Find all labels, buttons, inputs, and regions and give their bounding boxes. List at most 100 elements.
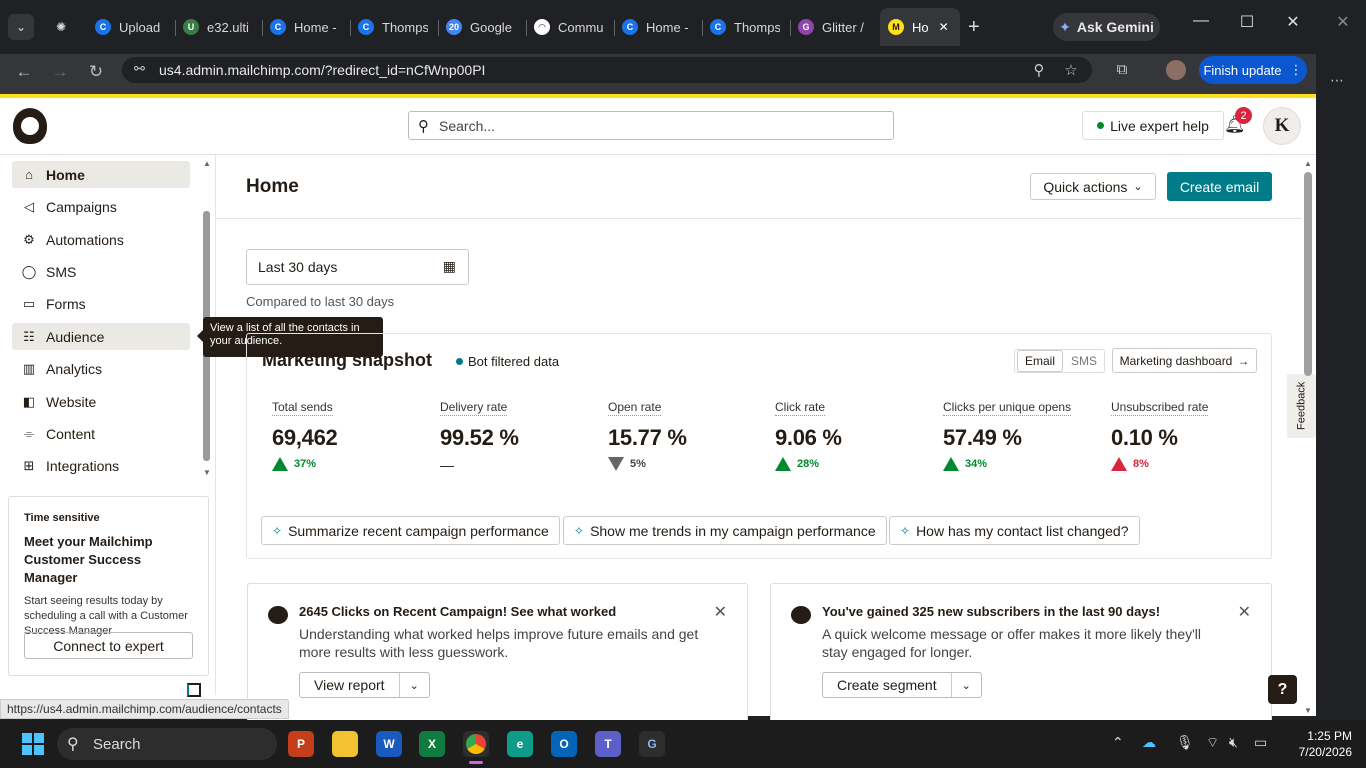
browser-tab[interactable]: G Glitter /: [798, 8, 868, 46]
sidebar-item-home[interactable]: ⌂ Home: [12, 161, 190, 188]
windows-start-icon[interactable]: [22, 733, 44, 755]
battery-icon[interactable]: ▭: [1254, 734, 1267, 751]
side-menu-icon[interactable]: ⋯: [1330, 72, 1344, 89]
browser-tab[interactable]: M Ho ✕: [880, 8, 960, 46]
sms-toggle-button[interactable]: SMS: [1063, 351, 1105, 371]
feedback-tab[interactable]: Feedback: [1287, 374, 1316, 438]
file-explorer-icon[interactable]: [332, 731, 358, 757]
metric-label[interactable]: Total sends: [272, 400, 333, 416]
dismiss-close-icon[interactable]: ✕: [1238, 602, 1251, 622]
browser-tab[interactable]: C Home -: [270, 8, 340, 46]
metric-label[interactable]: Click rate: [775, 400, 826, 416]
tab-favicon-icon: G: [798, 19, 814, 35]
chevron-down-icon[interactable]: ⌄: [400, 679, 429, 692]
mailchimp-logo-icon[interactable]: [13, 108, 47, 144]
sidebar-item-website[interactable]: ◧ Website: [12, 388, 190, 415]
browser-tab[interactable]: C Home -: [622, 8, 692, 46]
date-range-select[interactable]: Last 30 days ▦: [246, 249, 469, 285]
user-avatar[interactable]: K: [1263, 107, 1301, 145]
powerpoint-icon[interactable]: P: [288, 731, 314, 757]
dismiss-close-icon[interactable]: ✕: [714, 602, 727, 622]
insight-action-label[interactable]: View report: [300, 673, 400, 697]
outlook-icon[interactable]: O: [551, 731, 577, 757]
ai-suggestion-chip[interactable]: ✧ Show me trends in my campaign performan…: [563, 516, 887, 545]
forward-button[interactable]: →: [48, 62, 72, 82]
new-tab-button[interactable]: +: [968, 16, 980, 39]
metric-label[interactable]: Open rate: [608, 400, 662, 416]
finish-update-button[interactable]: Finish update ⋮: [1199, 56, 1307, 84]
sidebar-item-sms[interactable]: ◯ SMS: [12, 258, 190, 285]
scroll-up-arrow-icon[interactable]: ▲: [203, 159, 211, 168]
chatgpt-tab-icon[interactable]: ✺: [48, 14, 74, 40]
tab-search-button[interactable]: ⌄: [8, 14, 34, 40]
excel-icon[interactable]: X: [419, 731, 445, 757]
ai-suggestion-chip[interactable]: ✧ How has my contact list changed?: [889, 516, 1140, 545]
close-tab-icon[interactable]: ✕: [939, 20, 949, 34]
close-window-button[interactable]: ✕: [1278, 12, 1308, 32]
teams-icon[interactable]: T: [595, 731, 621, 757]
glitter-app-icon[interactable]: G: [639, 731, 665, 757]
insight-action-label[interactable]: Create segment: [823, 673, 952, 697]
browser-tab[interactable]: ◠ Commu: [534, 8, 604, 46]
close-icon[interactable]: ✕: [1328, 12, 1358, 32]
sidebar-item-campaigns[interactable]: ◁ Campaigns: [12, 193, 190, 220]
quick-actions-button[interactable]: Quick actions ⌄: [1030, 173, 1156, 200]
metric-label[interactable]: Delivery rate: [440, 400, 508, 416]
sidebar-item-integrations[interactable]: ⊞ Integrations: [12, 452, 190, 479]
sidebar-item-automations[interactable]: ⚙ Automations: [12, 226, 190, 253]
live-expert-help-button[interactable]: Live expert help: [1082, 111, 1224, 140]
back-button[interactable]: ←: [12, 62, 36, 82]
onedrive-icon[interactable]: ☁: [1142, 734, 1156, 751]
wifi-icon[interactable]: ⌔: [1206, 734, 1219, 752]
sidebar-collapse-icon[interactable]: [187, 683, 201, 697]
email-toggle-button[interactable]: Email: [1017, 350, 1064, 372]
insight-action-button[interactable]: Create segment ⌄: [822, 672, 982, 698]
address-bar[interactable]: ⚯ us4.admin.mailchimp.com/?redirect_id=n…: [122, 57, 1092, 83]
page-scroll-up-icon[interactable]: ▲: [1304, 159, 1312, 168]
search-input[interactable]: ⚲ Search...: [408, 111, 894, 140]
browser-tab[interactable]: C Thomps: [710, 8, 780, 46]
page-scrollbar[interactable]: [1304, 172, 1312, 376]
minimize-button[interactable]: —: [1186, 12, 1216, 30]
browser-tab[interactable]: C Thomps: [358, 8, 428, 46]
maximize-button[interactable]: ☐: [1232, 12, 1262, 32]
help-button[interactable]: ?: [1268, 675, 1297, 704]
sidebar-item-audience[interactable]: ☷ Audience: [12, 323, 190, 350]
volume-muted-icon[interactable]: 🔇︎: [1229, 734, 1238, 751]
suggestion-label: Summarize recent campaign performance: [288, 522, 549, 539]
bookmark-star-icon[interactable]: ☆: [1060, 61, 1082, 79]
profile-avatar[interactable]: [1166, 60, 1186, 80]
insight-title: 2645 Clicks on Recent Campaign! See what…: [299, 604, 617, 619]
marketing-dashboard-button[interactable]: Marketing dashboard →: [1112, 348, 1257, 373]
connect-to-expert-button[interactable]: Connect to expert: [24, 632, 193, 659]
browser-tab[interactable]: Ue32.ulti: [183, 8, 253, 46]
arrow-right-icon: →: [1237, 353, 1250, 368]
site-info-icon[interactable]: ⚯: [134, 61, 145, 77]
edge-icon[interactable]: e: [507, 731, 533, 757]
word-icon[interactable]: W: [376, 731, 402, 757]
metric-label[interactable]: Unsubscribed rate: [1111, 400, 1209, 416]
sidebar-item-forms[interactable]: ▭ Forms: [12, 290, 190, 317]
zoom-icon[interactable]: ⚲: [1028, 61, 1050, 79]
taskbar-search[interactable]: ⚲ Search: [57, 728, 277, 760]
scroll-down-arrow-icon[interactable]: ▼: [203, 468, 211, 477]
reload-button[interactable]: ↻: [84, 62, 108, 82]
create-email-button[interactable]: Create email: [1167, 172, 1272, 201]
browser-tab[interactable]: C Upload: [95, 8, 165, 46]
extensions-icon[interactable]: ⧉: [1111, 61, 1133, 78]
metric-delivery-rate: Delivery rate 99.52 % —: [440, 398, 600, 473]
taskbar-clock[interactable]: 1:25 PM 7/20/2026: [1282, 728, 1352, 760]
insight-action-button[interactable]: View report ⌄: [299, 672, 430, 698]
chrome-icon[interactable]: [463, 731, 489, 764]
microphone-icon[interactable]: 🎙︎: [1176, 734, 1194, 751]
browser-tab[interactable]: 20 Google: [446, 8, 516, 46]
chevron-down-icon[interactable]: ⌄: [952, 679, 981, 692]
page-scroll-down-icon[interactable]: ▼: [1304, 706, 1312, 715]
metric-change: 34%: [943, 457, 1103, 471]
sidebar-item-analytics[interactable]: ▥ Analytics: [12, 355, 190, 382]
show-hidden-icons-icon[interactable]: ⌃: [1112, 734, 1124, 751]
sidebar-item-content[interactable]: ⌯ Content: [12, 420, 190, 447]
metric-label[interactable]: Clicks per unique opens: [943, 400, 1072, 416]
ask-gemini-button[interactable]: ✦ Ask Gemini: [1053, 13, 1160, 41]
ai-suggestion-chip[interactable]: ✧ Summarize recent campaign performance: [261, 516, 560, 545]
